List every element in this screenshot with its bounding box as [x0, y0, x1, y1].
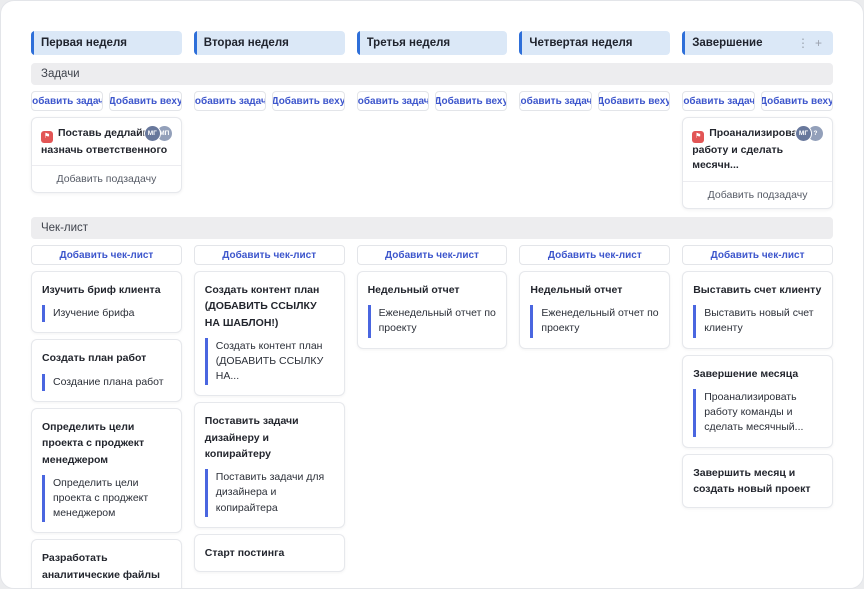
- add-task-buttons-row: Добавить задачу Добавить веху Добавить з…: [31, 91, 833, 111]
- column-title: Четвертая неделя: [529, 37, 633, 49]
- priority-flag-icon: ⚑: [41, 130, 53, 143]
- column-title: Вторая неделя: [203, 37, 289, 49]
- avatar: МГ: [794, 125, 812, 142]
- column-header-week3[interactable]: Третья неделя: [356, 31, 508, 55]
- avatar: МГ: [143, 125, 161, 142]
- add-milestone-button[interactable]: Добавить веху: [272, 91, 345, 111]
- priority-flag-icon: ⚑: [692, 130, 705, 143]
- checklist-item[interactable]: Проанализировать работу команды и сделат…: [693, 388, 822, 437]
- checklist-item[interactable]: Еженедельный отчет по проекту: [530, 305, 659, 338]
- button-pair-week3: Добавить задачу Добавить веху: [356, 91, 508, 111]
- column-header-week2[interactable]: Вторая неделя: [193, 31, 345, 55]
- column-title: Третья неделя: [366, 37, 451, 49]
- add-task-button[interactable]: Добавить задачу: [356, 91, 429, 111]
- column-menu-icon[interactable]: ⋮: [794, 35, 812, 51]
- task-cell-week1: ⚑ Поставь дедлайны и назначь ответственно…: [31, 117, 182, 209]
- add-checklist-buttons-row: Добавить чек-лист Добавить чек-лист Доба…: [31, 245, 833, 265]
- checklist-title: Создать контент план (ДОБАВИТЬ ССЫЛКУ НА…: [204, 284, 320, 329]
- checklist-title: Разработать аналитические файлы: [42, 552, 160, 581]
- checklist-title: Определить цели проекта с проджект менед…: [42, 420, 145, 466]
- add-milestone-button[interactable]: Добавить веху: [760, 91, 833, 111]
- task-cards-row: ⚑ Поставь дедлайны и назначь ответственно…: [31, 117, 833, 209]
- checklist-columns-row: Изучить бриф клиента Изучение брифа Созд…: [31, 265, 833, 588]
- task-card-head: ⚑ Проанализировать работу и сделать месяч…: [683, 118, 832, 181]
- checklist-title: Выставить счет клиенту: [693, 284, 822, 296]
- checklist-title: Недельный отчет: [530, 284, 623, 296]
- checklist-item[interactable]: Создание плана работ: [42, 373, 171, 391]
- checklist-title: Изучить бриф клиента: [42, 284, 161, 296]
- task-card-head: ⚑ Поставь дедлайны и назначь ответственно…: [32, 118, 181, 165]
- add-checklist-button[interactable]: Добавить чек-лист: [356, 245, 508, 265]
- column-header-week4[interactable]: Четвертая неделя: [519, 31, 671, 55]
- add-checklist-button[interactable]: Добавить чек-лист: [682, 245, 833, 265]
- add-task-button[interactable]: Добавить задачу: [193, 91, 267, 111]
- add-checklist-button[interactable]: Добавить чек-лист: [519, 245, 671, 265]
- checklist-card[interactable]: Определить цели проекта с проджект менед…: [31, 407, 182, 534]
- checklist-title: Создать план работ: [42, 352, 147, 365]
- checklist-card[interactable]: Завершить месяц и создать новый проект: [682, 453, 833, 509]
- section-header-checklist: Чек-лист: [31, 217, 833, 239]
- checklist-card[interactable]: Изучить бриф клиента Изучение брифа: [31, 271, 182, 334]
- add-task-button[interactable]: Добавить задачу: [519, 91, 592, 111]
- project-board: Первая неделя Вторая неделя Третья недел…: [0, 0, 864, 589]
- checklist-item[interactable]: Определить цели проекта с проджект менед…: [42, 474, 171, 523]
- checklist-column-week4: Недельный отчет Еженедельный отчет по пр…: [519, 271, 671, 588]
- column-title: Первая неделя: [41, 37, 127, 49]
- add-milestone-button[interactable]: Добавить веху: [109, 91, 182, 111]
- checklist-column-week2: Создать контент план (ДОБАВИТЬ ССЫЛКУ НА…: [193, 271, 345, 588]
- checklist-title: Старт постинга: [204, 546, 285, 559]
- task-cell-week2: [194, 117, 345, 209]
- checklist-column-week3: Недельный отчет Еженедельный отчет по пр…: [356, 271, 508, 588]
- checklist-title: Поставить задачи дизайнеру и копирайтеру: [204, 415, 299, 460]
- checklist-card[interactable]: Недельный отчет Еженедельный отчет по пр…: [356, 271, 508, 349]
- checklist-title: Недельный отчет: [367, 284, 460, 296]
- add-checklist-button[interactable]: Добавить чек-лист: [31, 245, 182, 265]
- checklist-card[interactable]: Создать план работ Создание плана работ: [31, 339, 182, 402]
- column-headers-row: Первая неделя Вторая неделя Третья недел…: [31, 31, 833, 55]
- checklist-card[interactable]: Старт постинга: [193, 533, 345, 573]
- add-task-button[interactable]: Добавить задачу: [682, 91, 755, 111]
- button-pair-final: Добавить задачу Добавить веху: [682, 91, 833, 111]
- checklist-title: Завершить месяц и создать новый проект: [693, 466, 811, 495]
- section-header-tasks: Задачи: [31, 63, 833, 85]
- checklist-column-final: Выставить счет клиенту Выставить новый с…: [682, 271, 833, 588]
- checklist-card[interactable]: Разработать аналитические файлы Создание…: [31, 539, 182, 588]
- checklist-card[interactable]: Поставить задачи дизайнеру и копирайтеру…: [193, 402, 345, 528]
- task-cell-final: ⚑ Проанализировать работу и сделать месяч…: [682, 117, 833, 209]
- add-milestone-button[interactable]: Добавить веху: [435, 91, 508, 111]
- button-pair-week4: Добавить задачу Добавить веху: [519, 91, 671, 111]
- add-checklist-button[interactable]: Добавить чек-лист: [193, 245, 345, 265]
- task-card[interactable]: ⚑ Поставь дедлайны и назначь ответственно…: [31, 117, 182, 194]
- assignee-avatars: МГ ?: [794, 125, 824, 142]
- checklist-card[interactable]: Выставить счет клиенту Выставить новый с…: [682, 271, 833, 349]
- checklist-card[interactable]: Завершение месяца Проанализировать работ…: [682, 354, 833, 448]
- add-column-icon[interactable]: +: [812, 35, 825, 51]
- add-subtask-button[interactable]: Добавить подзадачу: [32, 165, 181, 192]
- add-subtask-button[interactable]: Добавить подзадачу: [683, 181, 832, 208]
- column-title: Завершение: [692, 37, 763, 49]
- task-title-text: Проанализировать работу и сделать месячн…: [692, 127, 809, 172]
- column-header-final[interactable]: Завершение ⋮ +: [682, 31, 833, 55]
- checklist-card[interactable]: Недельный отчет Еженедельный отчет по пр…: [519, 271, 671, 349]
- checklist-item[interactable]: Выставить новый счет клиенту: [693, 305, 822, 338]
- checklist-title: Завершение месяца: [693, 367, 799, 380]
- task-cell-week4: [519, 117, 670, 209]
- assignee-avatars: МГ МП: [143, 125, 173, 142]
- checklist-item[interactable]: Еженедельный отчет по проекту: [367, 305, 497, 338]
- column-header-week1[interactable]: Первая неделя: [31, 31, 182, 55]
- button-pair-week1: Добавить задачу Добавить веху: [31, 91, 182, 111]
- checklist-card[interactable]: Создать контент план (ДОБАВИТЬ ССЫЛКУ НА…: [193, 271, 345, 397]
- add-task-button[interactable]: Добавить задачу: [31, 91, 104, 111]
- add-milestone-button[interactable]: Добавить веху: [597, 91, 671, 111]
- button-pair-week2: Добавить задачу Добавить веху: [193, 91, 345, 111]
- task-cell-week3: [357, 117, 508, 209]
- checklist-item[interactable]: Изучение брифа: [42, 305, 171, 323]
- checklist-item[interactable]: Поставить задачи для дизайнера и копирай…: [204, 469, 334, 517]
- checklist-column-week1: Изучить бриф клиента Изучение брифа Созд…: [31, 271, 182, 588]
- checklist-item[interactable]: Создать контент план (ДОБАВИТЬ ССЫЛКУ НА…: [204, 337, 334, 386]
- task-card[interactable]: ⚑ Проанализировать работу и сделать месяч…: [682, 117, 833, 209]
